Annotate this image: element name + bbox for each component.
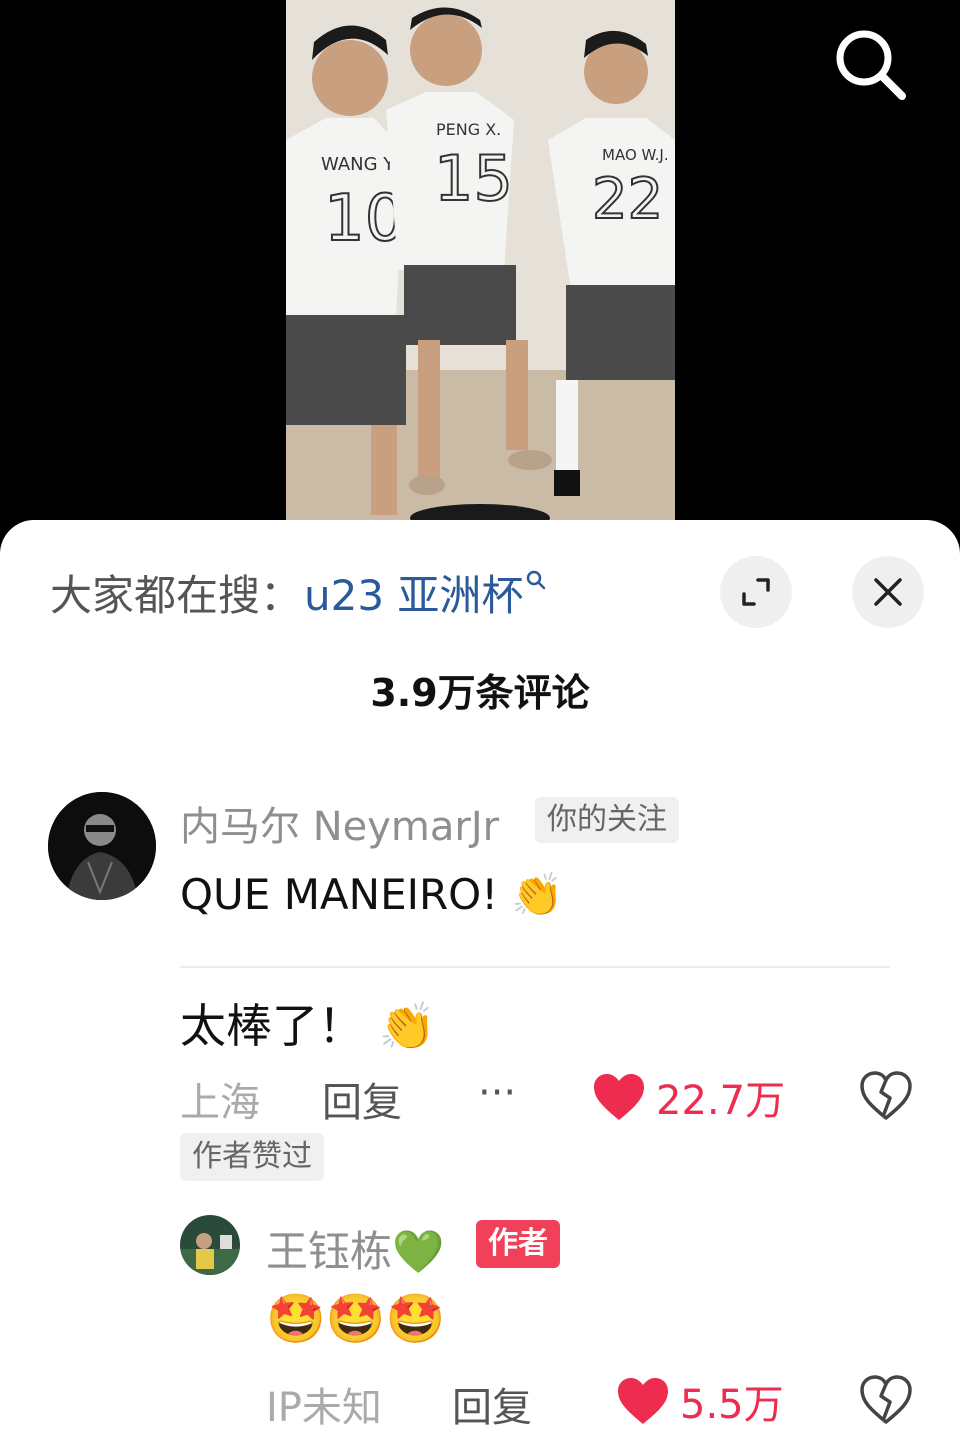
translation-divider — [180, 966, 890, 968]
more-button[interactable]: ··· — [478, 1070, 516, 1116]
follow-tag: 你的关注 — [535, 797, 679, 843]
comment-author[interactable]: 内马尔 NeymarJr — [180, 794, 499, 852]
reply-like-count: 5.5万 — [680, 1382, 784, 1428]
video-image: WANG Y.D. 10 PENG X. 15 MAO W.J. 22 — [286, 0, 675, 520]
reply-author[interactable]: 王钰栋💚 — [266, 1218, 444, 1279]
avatar[interactable] — [48, 792, 156, 900]
hot-search-bar[interactable]: 大家都在搜： u23 亚洲杯 — [50, 562, 547, 622]
broken-heart-icon — [860, 1375, 912, 1424]
reply-text: 🤩🤩🤩 — [266, 1291, 446, 1347]
svg-text:22: 22 — [592, 167, 663, 232]
heart-icon — [618, 1378, 668, 1424]
svg-text:MAO W.J.: MAO W.J. — [602, 146, 669, 164]
like-button[interactable]: 22.7万 — [592, 1068, 785, 1126]
video-player[interactable]: WANG Y.D. 10 PENG X. 15 MAO W.J. 22 — [0, 0, 960, 560]
search-button[interactable] — [828, 22, 912, 106]
svg-text:15: 15 — [434, 142, 513, 215]
small-search-icon — [525, 552, 547, 601]
video-frame[interactable]: WANG Y.D. 10 PENG X. 15 MAO W.J. 22 — [286, 0, 675, 520]
svg-text:PENG X.: PENG X. — [436, 120, 501, 139]
hot-search-keyword[interactable]: u23 亚洲杯 — [304, 562, 523, 623]
reply-like-button[interactable]: 5.5万 — [616, 1372, 784, 1430]
comment-location: 上海 — [180, 1080, 260, 1126]
expand-button[interactable] — [720, 556, 792, 628]
hot-search-label: 大家都在搜： — [50, 570, 303, 620]
reply-reply-button[interactable]: 回复 — [452, 1375, 532, 1433]
comment-text: QUE MANEIRO! 👏 — [180, 870, 564, 919]
comment-sheet — [0, 520, 960, 1451]
comment-count-title: 3.9万条评论 — [370, 671, 590, 715]
search-icon — [836, 30, 906, 100]
reply-dislike-button[interactable] — [858, 1372, 914, 1428]
reply-avatar[interactable] — [180, 1215, 240, 1275]
author-badge: 作者 — [476, 1220, 560, 1268]
heart-icon — [594, 1074, 644, 1120]
expand-icon — [742, 578, 770, 606]
reply-button[interactable]: 回复 — [322, 1070, 402, 1128]
comment-translation: 太棒了！ 👏 — [180, 999, 436, 1053]
close-icon — [874, 578, 902, 606]
avatar-image — [48, 792, 156, 900]
author-liked-tag: 作者赞过 — [180, 1133, 324, 1181]
reply-author-name: 王钰栋 — [266, 1227, 393, 1276]
reply-avatar-image — [180, 1215, 240, 1275]
green-heart-emoji: 💚 — [392, 1227, 445, 1276]
close-button[interactable] — [852, 556, 924, 628]
dislike-button[interactable] — [858, 1068, 914, 1124]
broken-heart-icon — [860, 1071, 912, 1120]
reply-location: IP未知 — [266, 1385, 382, 1431]
like-count: 22.7万 — [656, 1078, 786, 1124]
